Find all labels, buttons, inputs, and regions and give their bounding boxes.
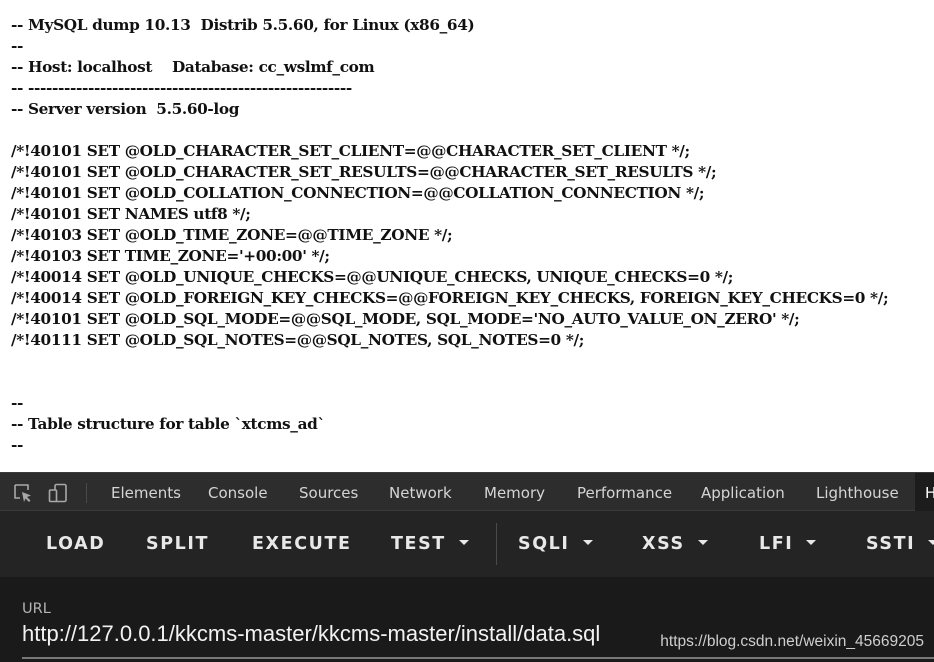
- url-input-underline: [22, 657, 934, 659]
- ssti-label: SSTI: [866, 534, 916, 554]
- split-button[interactable]: SPLIT: [146, 511, 209, 577]
- dump-line: /*!40014 SET @OLD_FOREIGN_KEY_CHECKS=@@F…: [11, 289, 889, 307]
- toolbar-divider: [86, 483, 87, 503]
- url-input[interactable]: http://127.0.0.1/kkcms-master/kkcms-mast…: [22, 621, 600, 647]
- xss-label: XSS: [642, 534, 685, 554]
- sqli-label: SQLI: [518, 534, 570, 554]
- dump-line: /*!40101 SET NAMES utf8 */;: [11, 205, 251, 223]
- tab-sources[interactable]: Sources: [299, 473, 358, 512]
- inspect-element-icon[interactable]: [13, 483, 33, 503]
- chevron-down-icon: [928, 539, 934, 545]
- lfi-dropdown-button[interactable]: LFI: [759, 511, 817, 577]
- chevron-down-icon: [806, 539, 817, 545]
- hackbar-toolbar: LOAD SPLIT EXECUTE TEST SQLI XSS LFI SST…: [0, 511, 934, 577]
- lfi-label: LFI: [759, 534, 794, 554]
- dump-line: --: [11, 37, 23, 55]
- devtools-tab-bar: Elements Console Sources Network Memory …: [0, 472, 934, 512]
- test-label: TEST: [391, 534, 446, 554]
- dump-line: /*!40101 SET @OLD_SQL_MODE=@@SQL_MODE, S…: [11, 310, 800, 328]
- tab-hackbar[interactable]: H: [915, 473, 934, 512]
- chevron-down-icon: [458, 539, 469, 545]
- dump-line: --: [11, 394, 23, 412]
- load-button[interactable]: LOAD: [46, 511, 105, 577]
- dump-line: /*!40101 SET @OLD_COLLATION_CONNECTION=@…: [11, 184, 705, 202]
- tab-network[interactable]: Network: [389, 473, 452, 512]
- dump-line: -- -------------------------------------…: [11, 79, 352, 97]
- tab-performance[interactable]: Performance: [577, 473, 672, 512]
- split-label: SPLIT: [146, 534, 210, 554]
- dump-line: /*!40103 SET @OLD_TIME_ZONE=@@TIME_ZONE …: [11, 226, 453, 244]
- toolbar-divider: [496, 523, 497, 565]
- chevron-down-icon: [697, 539, 708, 545]
- tab-elements[interactable]: Elements: [111, 473, 181, 512]
- dump-line: /*!40111 SET @OLD_SQL_NOTES=@@SQL_NOTES,…: [11, 331, 585, 349]
- sql-dump-view: -- MySQL dump 10.13 Distrib 5.5.60, for …: [0, 0, 934, 472]
- test-dropdown-button[interactable]: TEST: [391, 511, 469, 577]
- execute-label: EXECUTE: [252, 534, 352, 554]
- tab-console[interactable]: Console: [208, 473, 268, 512]
- url-panel: URL http://127.0.0.1/kkcms-master/kkcms-…: [0, 577, 934, 662]
- ssti-dropdown-button[interactable]: SSTI: [866, 511, 934, 577]
- execute-button[interactable]: EXECUTE: [252, 511, 352, 577]
- device-toolbar-icon[interactable]: [48, 483, 68, 503]
- chevron-down-icon: [582, 539, 593, 545]
- tab-application[interactable]: Application: [701, 473, 785, 512]
- dump-line: -- Server version 5.5.60-log: [11, 100, 240, 118]
- dump-line: /*!40014 SET @OLD_UNIQUE_CHECKS=@@UNIQUE…: [11, 268, 734, 286]
- dump-line: /*!40101 SET @OLD_CHARACTER_SET_CLIENT=@…: [11, 142, 690, 160]
- xss-dropdown-button[interactable]: XSS: [642, 511, 708, 577]
- dump-line: /*!40103 SET TIME_ZONE='+00:00' */;: [11, 247, 330, 265]
- tab-lighthouse[interactable]: Lighthouse: [816, 473, 899, 512]
- watermark-text: https://blog.csdn.net/weixin_45669205: [660, 633, 924, 650]
- dump-line: -- MySQL dump 10.13 Distrib 5.5.60, for …: [11, 16, 475, 34]
- sqli-dropdown-button[interactable]: SQLI: [518, 511, 593, 577]
- url-label: URL: [22, 601, 51, 617]
- dump-line: /*!40101 SET @OLD_CHARACTER_SET_RESULTS=…: [11, 163, 717, 181]
- dump-line: -- Table structure for table `xtcms_ad`: [11, 415, 325, 433]
- dump-line: --: [11, 436, 23, 454]
- tab-memory[interactable]: Memory: [484, 473, 545, 512]
- load-label: LOAD: [46, 534, 106, 554]
- dump-line: -- Host: localhost Database: cc_wslmf_co…: [11, 58, 375, 76]
